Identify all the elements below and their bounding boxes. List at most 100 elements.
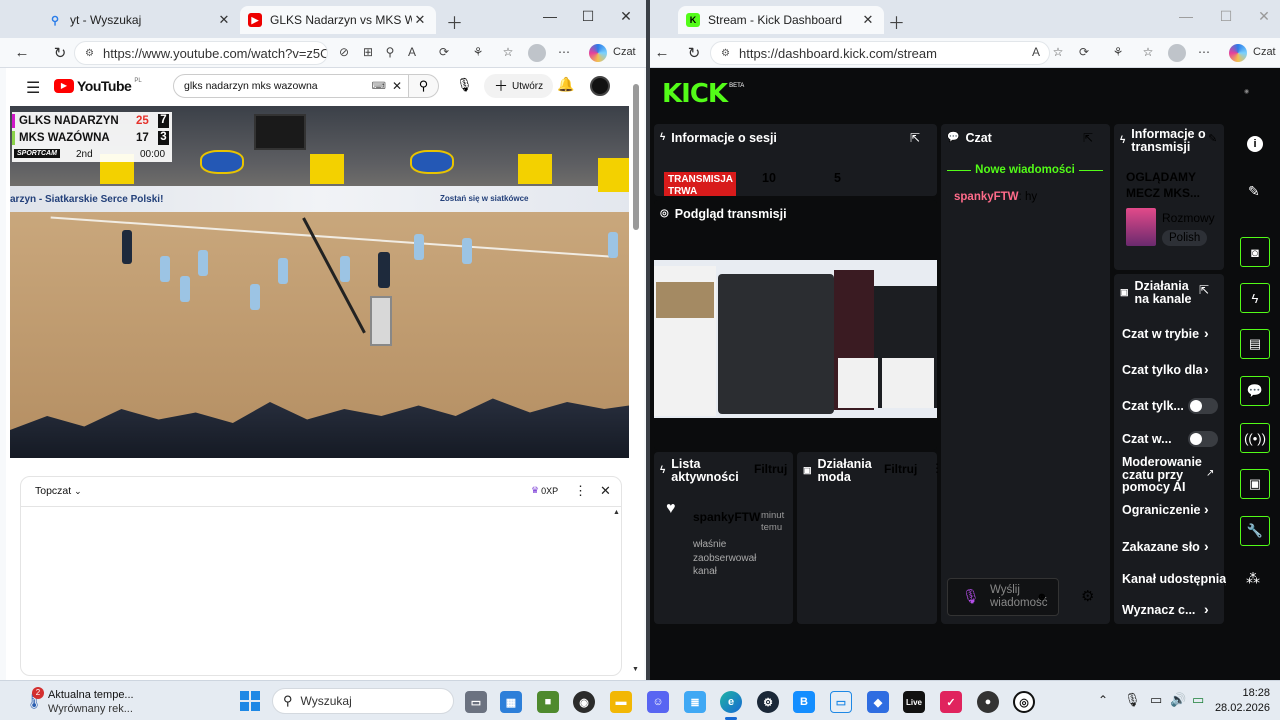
favorite-icon[interactable]: ☆ [1050,45,1066,61]
site-info-icon[interactable]: ⚙ [721,48,730,59]
popout-icon[interactable]: ⇱ [910,131,920,145]
weather-widget[interactable]: 🌡 2 Aktualna tempe... Wyrównany rek... [22,687,152,717]
widgets-icon[interactable]: ⁂ [1246,570,1260,587]
minimize-icon[interactable]: — [1168,8,1204,24]
store-icon[interactable]: ▦ [500,691,522,713]
chat-mode-dropdown[interactable]: Topczat ⌄ [35,485,82,497]
close-tab-icon[interactable]: ✕ [860,12,876,28]
new-tab-icon[interactable]: ＋ [888,9,905,34]
action-banned-words[interactable]: Zakazane sło [1122,540,1200,554]
action-emote-only[interactable]: Czat w... [1122,432,1178,446]
taskbar-search[interactable]: ⚲ Wyszukaj [272,688,454,714]
emote-only-toggle[interactable] [1188,431,1218,447]
popout-icon[interactable]: ⇱ [1199,283,1209,297]
clock-time[interactable]: 18:28 [1230,687,1270,699]
microphone-icon[interactable]: 🎙 [1124,692,1141,708]
microphone-icon[interactable]: 🎙 [456,77,473,93]
recorder-icon[interactable]: ● [977,691,999,713]
keyboard-icon[interactable]: ⌨ [372,81,386,92]
chat-username[interactable]: spankyFTW [954,191,1019,203]
clock-date[interactable]: 28.02.2026 [1206,702,1270,714]
kick-logo[interactable]: KICK BETA [662,79,744,109]
create-button[interactable]: ＋ Utwórz [484,74,554,98]
chevron-up-icon[interactable]: ⌃ [1098,693,1108,707]
external-link-icon[interactable]: ↗ [1206,468,1214,479]
chat-icon[interactable]: 💬 [1240,376,1270,406]
file-explorer-icon[interactable]: ▬ [610,691,632,713]
profile-avatar[interactable] [528,44,546,62]
vivaldi-icon[interactable]: ✓ [940,691,962,713]
bolt-icon[interactable]: ϟ [1240,283,1270,313]
layout-icon[interactable]: ▣ [1240,469,1270,499]
favorites-icon[interactable]: ☆ [1140,45,1156,61]
battery-icon[interactable]: ▭ [1192,692,1204,708]
video-player[interactable]: arzyn - Siatkarskie Serce Polski! Zostań… [10,106,629,458]
search-input[interactable]: glks nadarzyn mks wazowna [184,80,372,92]
camera-icon[interactable]: ◙ [1240,237,1270,267]
favorites-icon[interactable]: ☆ [500,45,516,61]
action-slow-mode[interactable]: Ograniczenie [1122,503,1200,517]
wrench-icon[interactable]: 🔧 [1240,516,1270,546]
chevron-right-icon[interactable]: › [1204,601,1209,617]
menu-icon[interactable]: ☰ [26,78,40,98]
copilot-icon[interactable] [589,44,607,62]
notes-icon[interactable]: ▤ [1240,329,1270,359]
steam-icon[interactable]: ⚙ [757,691,779,713]
scroll-up-arrow[interactable]: ▲ [613,509,620,516]
close-window-icon[interactable]: ✕ [608,8,644,25]
back-icon[interactable]: ← [12,44,32,61]
action-chat-mode[interactable]: Czat w trybie [1122,327,1202,341]
minecraft-icon[interactable]: ■ [537,691,559,713]
clear-search-icon[interactable]: ✕ [392,79,402,93]
notepad-icon[interactable]: ≣ [684,691,706,713]
reload-icon[interactable]: ↻ [684,44,704,62]
more-icon[interactable]: ⋯ [1196,45,1212,61]
action-followers-only[interactable]: Czat tylko dla [1122,363,1202,377]
language-tag[interactable]: Polish [1162,230,1208,246]
chat-input[interactable]: 🎙 Wyślij wiadomość ☻ [947,578,1059,616]
volume-icon[interactable]: 🔊 [1170,692,1186,708]
broadcast-icon[interactable]: ((•)) [1240,423,1270,453]
reload-icon[interactable]: ↻ [50,44,70,62]
apps-icon[interactable]: ⊞ [360,45,376,61]
windows-app-icon[interactable]: ▭ [830,691,852,713]
copilot-icon[interactable] [1229,44,1247,62]
profile-avatar[interactable] [1168,44,1186,62]
url-field[interactable]: ⚙ https://www.youtube.com/watch?v=z5O6y.… [74,41,328,65]
edit-icon[interactable]: ✎ [1208,132,1217,145]
preview-video[interactable] [654,260,937,418]
extension-icon[interactable]: ⊘ [336,45,352,61]
copilot-chat-label[interactable]: Czat [1253,46,1276,58]
search-box[interactable]: glks nadarzyn mks wazowna ⌨ ✕ [173,74,409,98]
tab-search[interactable]: ⚲ yt - Wyszukaj ✕ [40,6,240,34]
app-circle-icon[interactable]: ◎ [1013,691,1035,713]
tab-youtube[interactable]: ▶ GLKS Nadarzyn vs MKS Wazó ✕ [240,6,436,34]
scroll-down-arrow[interactable]: ▼ [632,666,639,673]
user-avatar[interactable]: ◉ [1244,88,1266,100]
info-icon[interactable]: i [1247,136,1263,152]
close-window-icon[interactable]: ✕ [1246,8,1280,25]
read-aloud-icon[interactable]: A [1028,45,1044,61]
activity-filter-button[interactable]: Filtruj [754,462,787,476]
app-icon[interactable]: ◆ [867,691,889,713]
back-icon[interactable]: ← [652,44,672,61]
chevron-right-icon[interactable]: › [1204,501,1209,517]
chevron-right-icon[interactable]: › [1204,361,1209,377]
live-icon[interactable]: Live [903,691,925,713]
microphone-icon[interactable]: 🎙 [962,588,980,605]
chat-settings-icon[interactable]: ⚙ [1081,587,1094,605]
extensions-icon[interactable]: ⚘ [470,45,486,61]
windows-start-icon[interactable] [240,691,260,711]
url-field[interactable]: ⚙ https://dashboard.kick.com/stream [710,41,1050,65]
new-messages-divider[interactable]: Nowe wiadomości [947,164,1103,176]
category-name[interactable]: Rozmowy [1162,211,1224,225]
refresh-extension-icon[interactable]: ⟳ [436,45,452,61]
refresh-extension-icon[interactable]: ⟳ [1076,45,1092,61]
chevron-right-icon[interactable]: › [1204,538,1209,554]
action-shared-channel[interactable]: Kanał udostępniający [1122,572,1226,586]
more-options-icon[interactable]: ⋮ [574,483,587,499]
action-ai-moderation[interactable]: Moderowanie czatu przy pomocy AI [1122,456,1202,494]
tab-kick-dashboard[interactable]: K Stream - Kick Dashboard ✕ [678,6,884,34]
emoji-icon[interactable]: ☻ [1036,591,1048,603]
maximize-icon[interactable]: ☐ [1208,8,1244,25]
